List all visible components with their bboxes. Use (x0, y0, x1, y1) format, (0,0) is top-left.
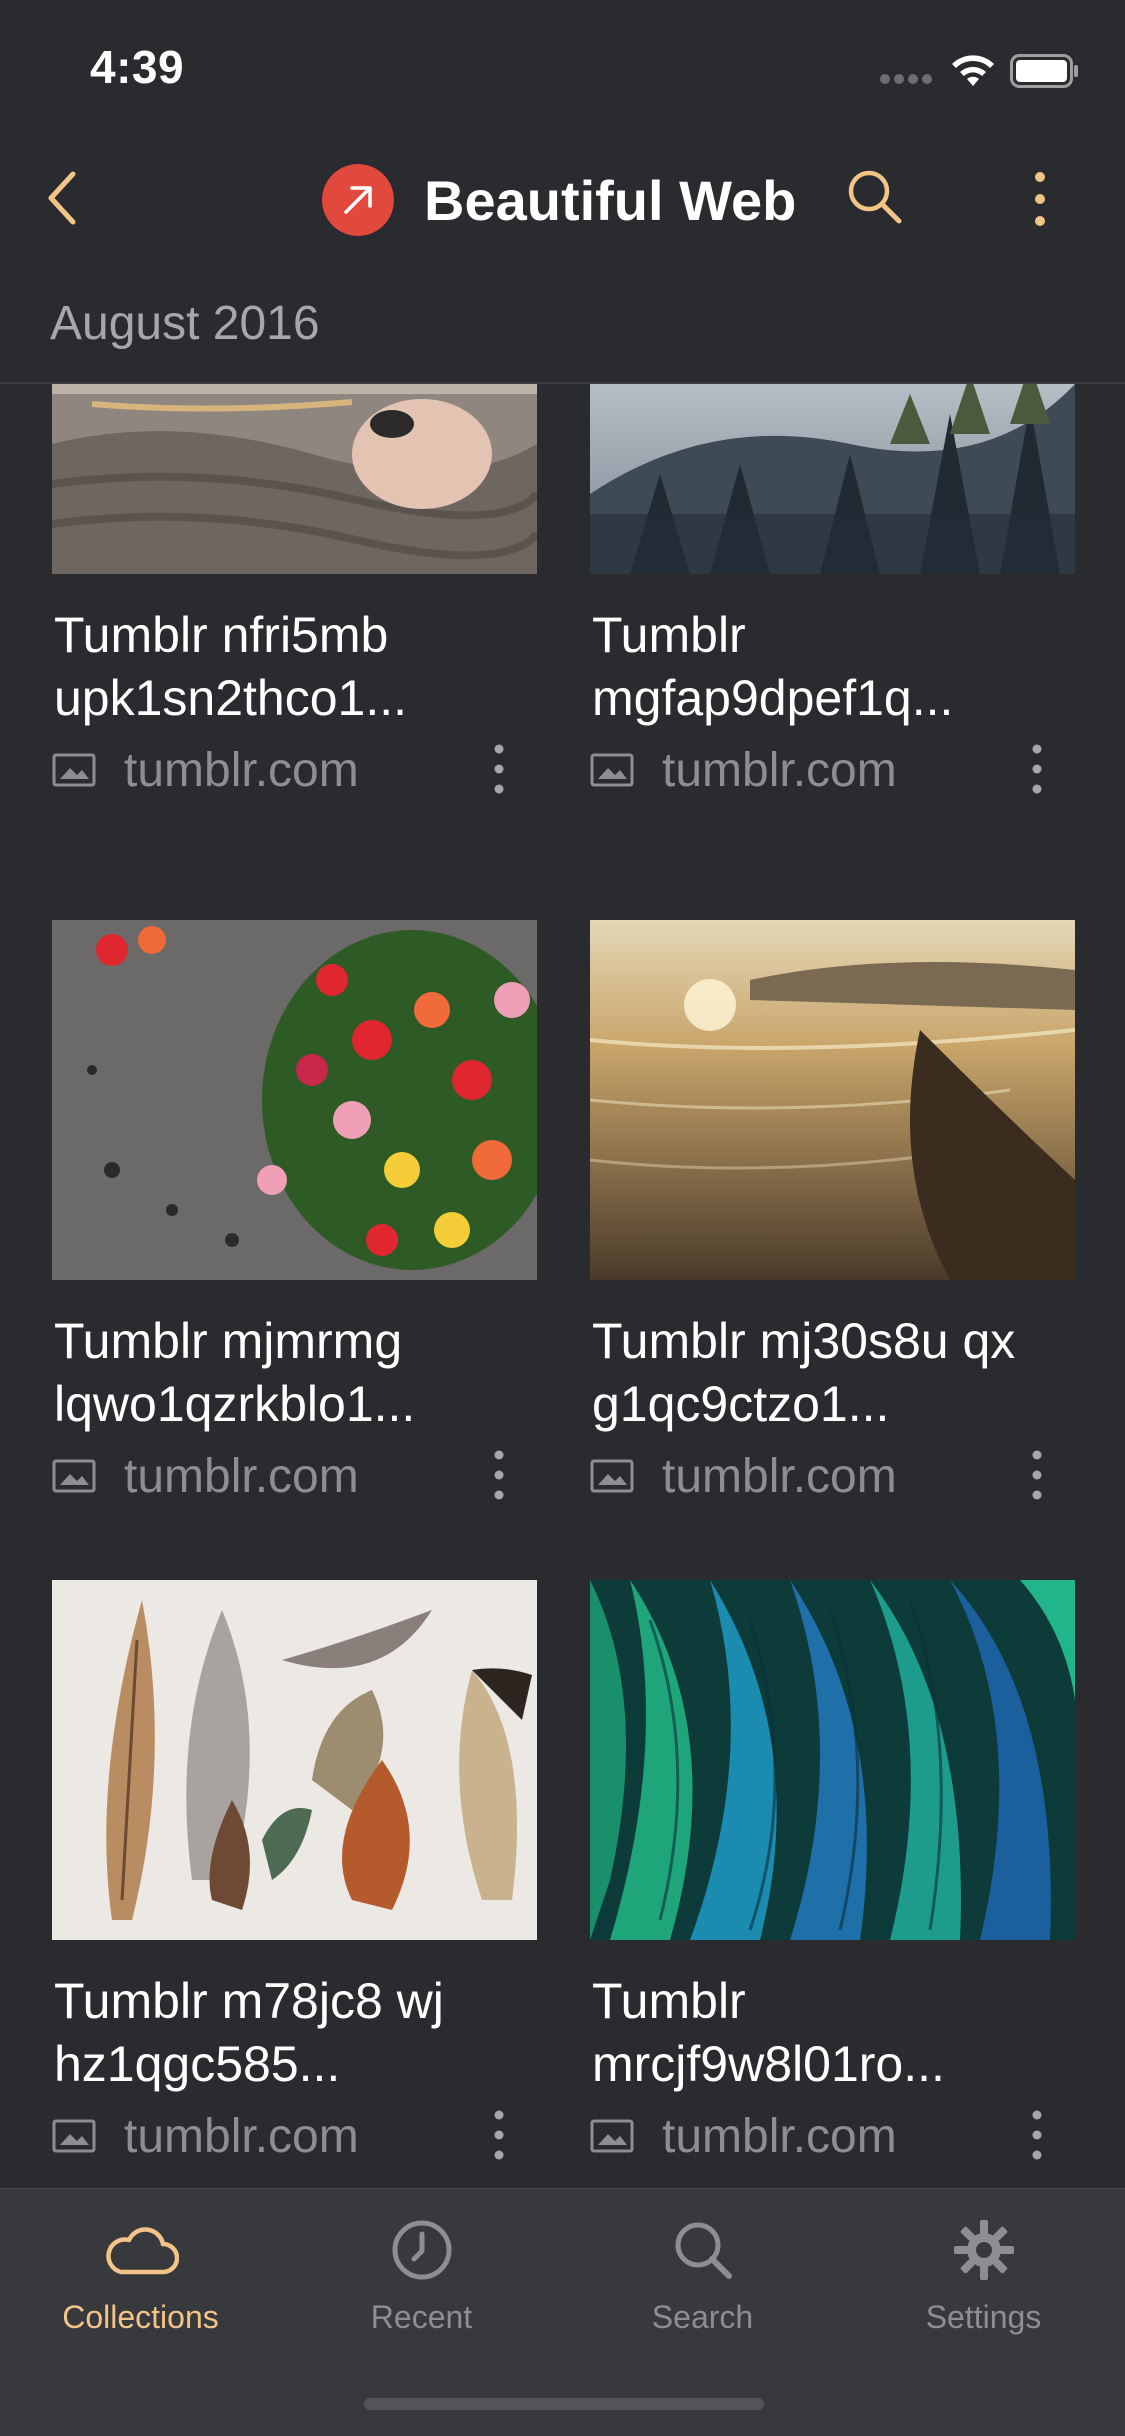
tab-label: Recent (370, 2299, 473, 2335)
bookmark-grid[interactable]: Tumblr nfri5mb upk1sn2thco1... tumblr.co… (0, 384, 1125, 2188)
tab-label: Search (651, 2299, 754, 2335)
image-icon (52, 753, 96, 787)
bookmark-more-button[interactable] (1022, 1445, 1052, 1505)
bookmark-title[interactable]: Tumblr mjmrmg lqwo1qzrkblo1... (54, 1310, 524, 1436)
bookmark-title[interactable]: Tumblr m78jc8 wj hz1qgc585... (54, 1970, 524, 2096)
home-indicator (364, 2398, 764, 2410)
bookmark-meta: tumblr.com (52, 2105, 537, 2165)
bookmark-thumbnail[interactable] (52, 384, 537, 574)
wifi-icon (952, 55, 994, 86)
bookmark-meta: tumblr.com (52, 739, 537, 799)
back-button[interactable] (36, 166, 88, 230)
bookmark-more-button[interactable] (1022, 2105, 1052, 2165)
tab-search[interactable]: Search (562, 2189, 843, 2359)
bookmark-domain: tumblr.com (124, 744, 359, 797)
more-vertical-icon (1032, 744, 1042, 794)
bookmark-more-button[interactable] (1022, 739, 1052, 799)
navigation-bar: Beautiful Web (0, 132, 1125, 264)
more-vertical-icon (494, 744, 504, 794)
bookmark-domain: tumblr.com (124, 1450, 359, 1503)
status-bar: 4:39 (0, 0, 1125, 132)
bookmark-thumbnail[interactable] (590, 384, 1075, 574)
status-time: 4:39 (90, 41, 185, 93)
page-title: Beautiful Web (424, 168, 797, 232)
gear-icon (946, 2215, 1022, 2285)
bookmark-more-button[interactable] (484, 2105, 514, 2165)
bookmark-domain: tumblr.com (124, 2110, 359, 2163)
bookmark-card[interactable]: Tumblr mjmrmg lqwo1qzrkblo1... tumblr.co… (52, 920, 537, 1503)
bookmark-card[interactable]: Tumblr m78jc8 wj hz1qgc585... tumblr.com (52, 1580, 537, 2163)
image-icon (590, 1459, 634, 1493)
tab-label: Settings (925, 2299, 1042, 2335)
search-icon (848, 170, 902, 224)
search-icon (665, 2215, 741, 2285)
bookmark-card[interactable]: Tumblr mj30s8u qx g1qc9ctzo1... tumblr.c… (590, 920, 1075, 1503)
bookmark-title[interactable]: Tumblr nfri5mb upk1sn2thco1... (54, 604, 524, 730)
more-vertical-icon (494, 2110, 504, 2160)
bookmark-domain: tumblr.com (662, 2110, 897, 2163)
more-vertical-icon (1032, 2110, 1042, 2160)
image-icon (590, 753, 634, 787)
bookmark-more-button[interactable] (484, 739, 514, 799)
more-vertical-icon (494, 1450, 504, 1500)
bookmark-more-button[interactable] (484, 1445, 514, 1505)
battery-icon (1010, 54, 1078, 88)
cellular-signal-icon (880, 74, 932, 84)
bookmark-domain: tumblr.com (662, 744, 897, 797)
more-options-button[interactable] (1024, 166, 1056, 232)
more-vertical-icon (1035, 172, 1045, 226)
bookmark-meta: tumblr.com (52, 1445, 537, 1505)
section-header: August 2016 (0, 284, 1125, 384)
bookmark-title[interactable]: Tumblr mgfap9dpef1q... (592, 604, 1062, 730)
bookmark-domain: tumblr.com (662, 1450, 897, 1503)
bookmark-title[interactable]: Tumblr mj30s8u qx g1qc9ctzo1... (592, 1310, 1062, 1436)
bookmark-title[interactable]: Tumblr mrcjf9w8l01ro... (592, 1970, 1062, 2096)
bookmark-card[interactable]: Tumblr mrcjf9w8l01ro... tumblr.com (590, 1580, 1075, 2163)
tab-recent[interactable]: Recent (281, 2189, 562, 2359)
bookmark-thumbnail[interactable] (52, 920, 537, 1280)
bookmark-card[interactable]: Tumblr mgfap9dpef1q... tumblr.com (590, 384, 1075, 797)
clock-icon (384, 2215, 460, 2285)
more-vertical-icon (1032, 1450, 1042, 1500)
bookmark-thumbnail[interactable] (52, 1580, 537, 1940)
bookmark-meta: tumblr.com (590, 2105, 1075, 2165)
section-title: August 2016 (50, 297, 320, 350)
chevron-left-icon (48, 171, 76, 225)
tab-label: Collections (62, 2299, 219, 2335)
collection-icon (322, 164, 394, 236)
image-icon (590, 2119, 634, 2153)
bookmark-thumbnail[interactable] (590, 1580, 1075, 1940)
bookmark-meta: tumblr.com (590, 1445, 1075, 1505)
cloud-icon (103, 2215, 179, 2285)
tab-settings[interactable]: Settings (843, 2189, 1124, 2359)
tab-collections[interactable]: Collections (0, 2189, 281, 2359)
image-icon (52, 2119, 96, 2153)
search-button[interactable] (842, 164, 908, 230)
bookmark-thumbnail[interactable] (590, 920, 1075, 1280)
bookmark-card[interactable]: Tumblr nfri5mb upk1sn2thco1... tumblr.co… (52, 384, 537, 797)
collection-title: Beautiful Web (322, 164, 796, 236)
bookmark-meta: tumblr.com (590, 739, 1075, 799)
image-icon (52, 1459, 96, 1493)
arrow-up-right-icon (344, 186, 372, 214)
